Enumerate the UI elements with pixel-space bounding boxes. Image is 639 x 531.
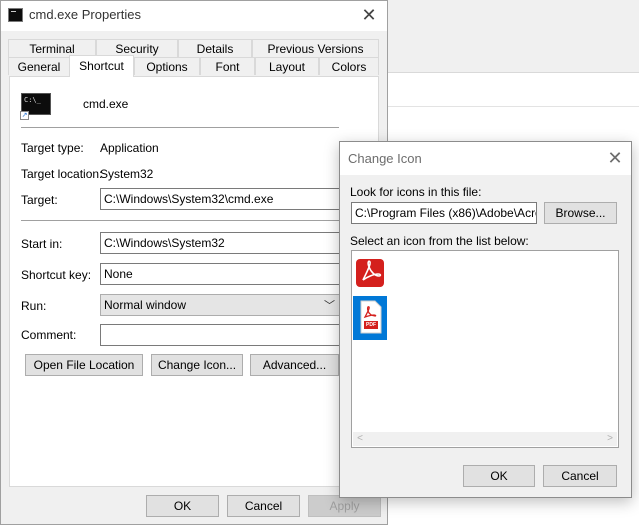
tab-options[interactable]: Options xyxy=(134,57,200,75)
dialog-ok-button[interactable]: OK xyxy=(463,465,535,487)
acrobat-icon[interactable] xyxy=(353,252,387,296)
tab-details[interactable]: Details xyxy=(178,39,252,57)
target-input[interactable]: C:\Windows\System32\cmd.exe xyxy=(100,188,340,210)
comment-input[interactable] xyxy=(100,324,340,346)
separator xyxy=(21,127,339,128)
look-for-label: Look for icons in this file: xyxy=(350,185,482,199)
scroll-right-icon[interactable]: > xyxy=(603,432,617,446)
cancel-button[interactable]: Cancel xyxy=(227,495,300,517)
tab-general[interactable]: General xyxy=(8,57,70,75)
browse-button[interactable]: Browse... xyxy=(544,202,617,224)
close-icon[interactable]: ✕ xyxy=(359,5,379,25)
background-divider xyxy=(388,106,639,107)
target-type-label: Target type: xyxy=(21,141,84,155)
select-icon-label: Select an icon from the list below: xyxy=(350,234,529,248)
chevron-down-icon: ﹀ xyxy=(324,300,335,312)
background-window-header xyxy=(388,0,639,73)
tab-shortcut[interactable]: Shortcut xyxy=(69,55,134,77)
change-icon-dialog: Change Icon ✕ Look for icons in this fil… xyxy=(339,141,632,498)
shortcut-key-label: Shortcut key: xyxy=(21,268,92,282)
start-in-input[interactable]: C:\Windows\System32 xyxy=(100,232,340,254)
start-in-label: Start in: xyxy=(21,237,63,251)
apply-button[interactable]: Apply xyxy=(308,495,381,517)
app-name: cmd.exe xyxy=(83,97,129,111)
icon-file-path-input[interactable]: C:\Program Files (x86)\Adobe\Acrobat xyxy=(351,202,537,224)
window-title: cmd.exe Properties xyxy=(29,7,141,22)
tab-font[interactable]: Font xyxy=(200,57,255,75)
close-icon[interactable]: ✕ xyxy=(605,148,625,168)
cmd-properties-window: cmd.exe Properties ✕ Terminal Security D… xyxy=(0,0,388,525)
tab-previous-versions[interactable]: Previous Versions xyxy=(252,39,379,57)
properties-titlebar: cmd.exe Properties ✕ xyxy=(1,1,387,31)
scroll-left-icon[interactable]: < xyxy=(353,432,367,446)
run-select[interactable]: Normal window ﹀ xyxy=(100,294,340,316)
icon-list[interactable]: PDF < > xyxy=(351,250,619,448)
cmd-app-icon xyxy=(8,8,23,22)
open-file-location-button[interactable]: Open File Location xyxy=(25,354,143,376)
target-location-label: Target location: xyxy=(21,167,103,181)
dialog-cancel-button[interactable]: Cancel xyxy=(543,465,617,487)
separator xyxy=(21,220,339,221)
shortcut-arrow-icon: ↗ xyxy=(20,111,29,120)
target-type-value: Application xyxy=(100,141,159,155)
change-icon-titlebar: Change Icon ✕ xyxy=(340,142,631,175)
change-icon-button[interactable]: Change Icon... xyxy=(151,354,243,376)
tab-layout[interactable]: Layout xyxy=(255,57,319,75)
pdf-icon-label: PDF xyxy=(366,322,376,328)
dialog-title: Change Icon xyxy=(348,151,422,166)
shortcut-key-input[interactable]: None xyxy=(100,263,340,285)
advanced-button[interactable]: Advanced... xyxy=(250,354,339,376)
ok-button[interactable]: OK xyxy=(146,495,219,517)
pdf-file-icon[interactable]: PDF xyxy=(353,296,387,340)
run-label: Run: xyxy=(21,299,47,313)
target-label: Target: xyxy=(21,193,58,207)
comment-label: Comment: xyxy=(21,328,77,342)
run-select-value: Normal window xyxy=(104,298,187,312)
horizontal-scrollbar[interactable]: < > xyxy=(353,432,617,446)
tab-colors[interactable]: Colors xyxy=(319,57,379,75)
target-location-value: System32 xyxy=(100,167,154,181)
